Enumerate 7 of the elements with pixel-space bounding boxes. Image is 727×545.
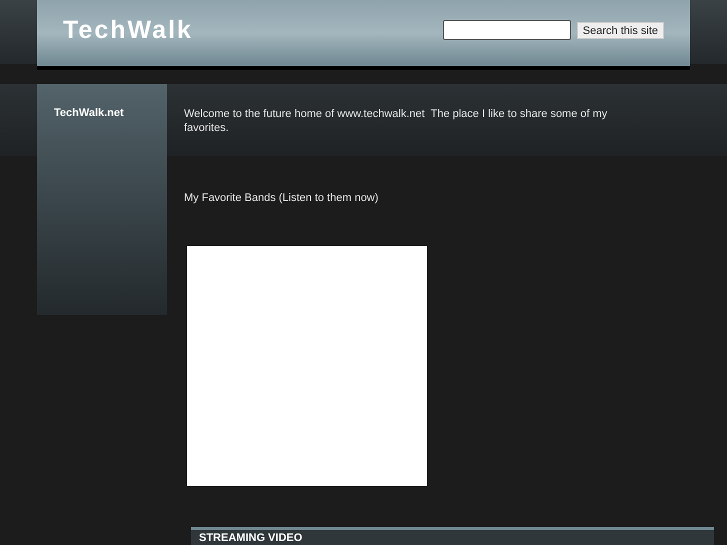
section-title: STREAMING VIDEO xyxy=(199,531,304,545)
bands-heading: My Favorite Bands (Listen to them now) xyxy=(183,191,380,206)
intro-text: Welcome to the future home of www.techwalk.net The place I like to share some of my favorites. xyxy=(183,107,608,136)
site-title: TechWalk xyxy=(63,15,193,46)
search-button[interactable]: Search this site xyxy=(576,22,664,38)
search-field[interactable] xyxy=(442,20,571,40)
sidebar-link[interactable]: TechWalk.net xyxy=(54,107,124,119)
